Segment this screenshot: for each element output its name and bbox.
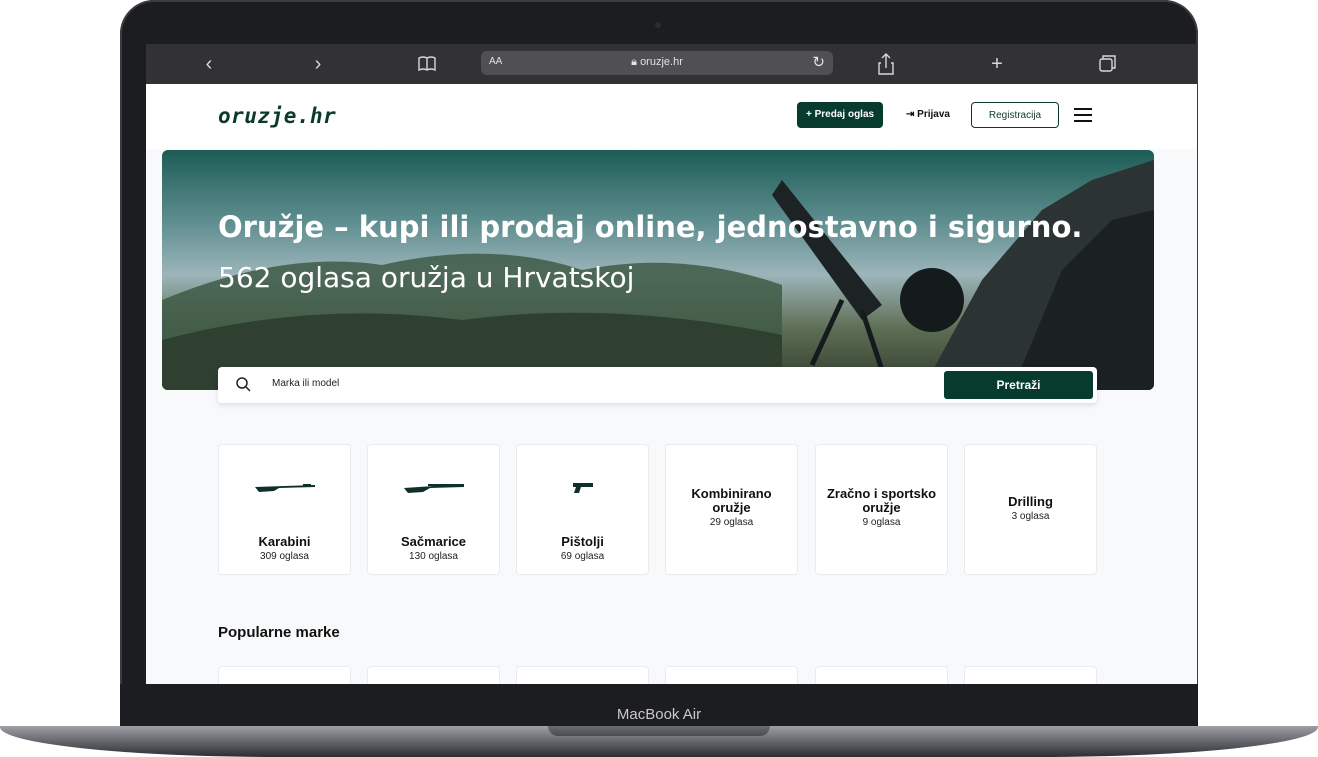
- post-ad-button[interactable]: + Predaj oglas: [797, 102, 884, 128]
- device-label: MacBook Air: [616, 706, 702, 723]
- popular-brands-heading: Popularne marke: [218, 624, 340, 641]
- search-bar: Marka ili model Pretraži: [218, 367, 1097, 403]
- category-name: Karabini: [258, 534, 311, 549]
- back-icon[interactable]: ‹: [194, 44, 224, 84]
- rifle-icon: [255, 484, 315, 492]
- laptop-notch: [548, 726, 770, 736]
- category-count: 29 oglasa: [709, 517, 754, 528]
- new-tab-icon[interactable]: +: [982, 44, 1012, 84]
- hero-subtitle: 562 oglasa oružja u Hrvatskoj: [218, 261, 635, 294]
- brand-card[interactable]: [815, 666, 948, 684]
- category-count: 69 oglasa: [560, 551, 605, 562]
- hamburger-menu-icon[interactable]: [1074, 101, 1094, 129]
- category-card-karabini[interactable]: Karabini 309 oglasa: [218, 444, 351, 575]
- url-text: oruzje.hr: [640, 56, 683, 68]
- share-icon[interactable]: [871, 44, 901, 84]
- hero-title: Oružje – kupi ili prodaj online, jednost…: [218, 210, 1083, 244]
- category-name: Sačmarice: [400, 534, 467, 549]
- brand-card[interactable]: [665, 666, 798, 684]
- browser-screen: ‹ › AA 🔒︎ oruzje.hr ↻ + oruzje.hr + Pred…: [146, 44, 1197, 684]
- category-name: Zračno i sportsko oružje: [826, 486, 937, 515]
- hero-banner: Oružje – kupi ili prodaj online, jednost…: [162, 150, 1154, 390]
- search-button[interactable]: Pretraži: [944, 371, 1093, 399]
- site-logo[interactable]: oruzje.hr: [218, 104, 336, 128]
- web-page: oruzje.hr + Predaj oglas ⇥ Prijava Regis…: [146, 84, 1197, 684]
- address-bar[interactable]: AA 🔒︎ oruzje.hr ↻: [481, 51, 833, 75]
- register-button[interactable]: Registracija: [971, 102, 1059, 128]
- search-icon: [236, 377, 251, 392]
- category-count: 9 oglasa: [862, 517, 901, 528]
- category-card-zracno-sportsko[interactable]: Zračno i sportsko oružje 9 oglasa: [815, 444, 948, 575]
- category-card-sacmarice[interactable]: Sačmarice 130 oglasa: [367, 444, 500, 575]
- tabs-icon[interactable]: [1092, 44, 1122, 84]
- pistol-icon: [573, 483, 593, 493]
- category-card-pistolji[interactable]: Pištolji 69 oglasa: [516, 444, 649, 575]
- category-count: 309 oglasa: [260, 551, 309, 562]
- search-input[interactable]: Marka ili model: [272, 378, 339, 389]
- category-name: Pištolji: [561, 534, 604, 549]
- reload-icon[interactable]: ↻: [812, 53, 825, 71]
- brand-card[interactable]: [964, 666, 1097, 684]
- brand-card[interactable]: [367, 666, 500, 684]
- brand-card[interactable]: [218, 666, 351, 684]
- lock-icon: 🔒︎: [631, 56, 641, 68]
- forward-icon[interactable]: ›: [303, 44, 333, 84]
- login-icon: ⇥: [906, 109, 918, 120]
- brand-card[interactable]: [516, 666, 649, 684]
- category-count: 3 oglasa: [1011, 511, 1050, 522]
- camera-dot: [655, 22, 661, 28]
- bookmarks-icon[interactable]: [412, 44, 442, 84]
- browser-toolbar: ‹ › AA 🔒︎ oruzje.hr ↻ +: [146, 44, 1197, 84]
- login-link[interactable]: ⇥ Prijava: [906, 102, 950, 128]
- login-label: Prijava: [917, 109, 950, 120]
- category-name: Kombinirano oružje: [691, 486, 772, 515]
- category-count: 130 oglasa: [409, 551, 458, 562]
- category-name: Drilling: [1008, 494, 1053, 509]
- shotgun-icon: [404, 484, 464, 493]
- category-card-drilling[interactable]: Drilling 3 oglasa: [964, 444, 1097, 575]
- site-header: oruzje.hr + Predaj oglas ⇥ Prijava Regis…: [146, 84, 1197, 149]
- category-card-kombinirano[interactable]: Kombinirano oružje 29 oglasa: [665, 444, 798, 575]
